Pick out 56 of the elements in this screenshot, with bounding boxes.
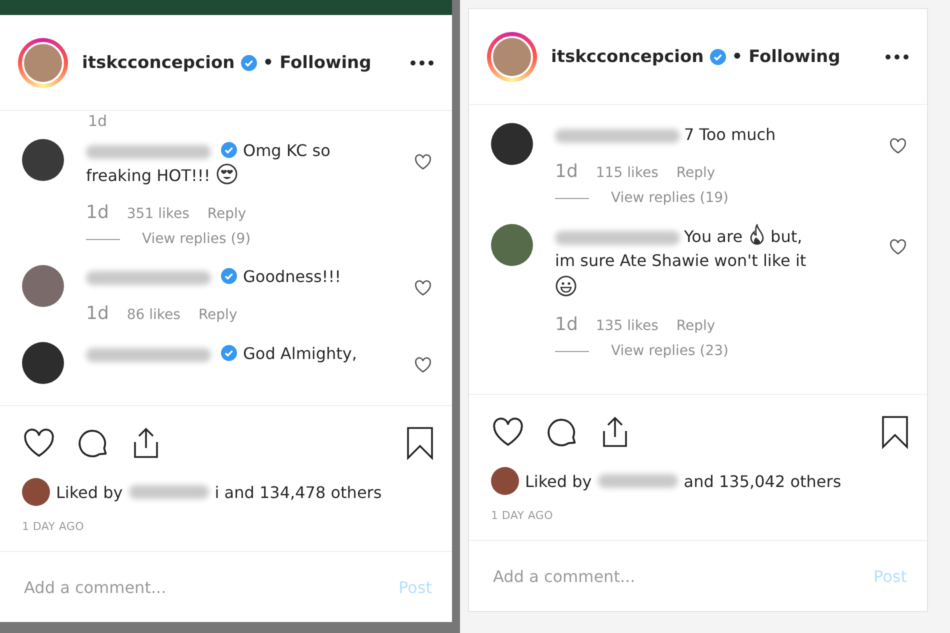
- comment-text: Goodness!!!: [243, 267, 342, 286]
- liker-avatar[interactable]: [22, 478, 50, 506]
- view-replies-link[interactable]: View replies (23): [611, 343, 728, 359]
- more-options-icon[interactable]: [410, 60, 434, 66]
- comment-text: You are: [684, 227, 743, 246]
- like-heart-icon[interactable]: [414, 279, 432, 297]
- following-label[interactable]: • Following: [262, 52, 372, 72]
- like-heart-icon[interactable]: [414, 153, 432, 171]
- like-heart-icon[interactable]: [889, 238, 907, 256]
- comment-time: 1d: [555, 161, 578, 182]
- comment-time: 1d: [86, 303, 109, 324]
- flame-icon: [748, 224, 765, 246]
- comment-text: but,: [770, 227, 802, 246]
- like-count[interactable]: 86 likes: [126, 307, 180, 323]
- view-replies-link[interactable]: View replies (19): [611, 190, 728, 206]
- grinning-face-icon: [555, 275, 577, 297]
- liked-by-label: Liked by: [525, 472, 592, 490]
- commenter-avatar[interactable]: [491, 224, 533, 266]
- comment-time: 1d: [555, 314, 578, 335]
- bookmark-icon[interactable]: [406, 426, 434, 460]
- likes-summary[interactable]: and 135,042 others: [684, 472, 842, 490]
- bookmark-icon[interactable]: [881, 415, 909, 449]
- liker-avatar[interactable]: [491, 467, 519, 495]
- post-age: 1 DAY AGO: [490, 508, 554, 524]
- commenter-avatar[interactable]: [22, 342, 64, 384]
- liked-by-label: Liked by: [56, 482, 123, 502]
- like-heart-icon[interactable]: [889, 137, 907, 155]
- reply-link[interactable]: Reply: [207, 206, 246, 222]
- comment-time: 1d: [88, 113, 108, 129]
- likes-summary[interactable]: i and 134,478 others: [214, 482, 382, 502]
- profile-avatar[interactable]: [487, 32, 537, 82]
- post-age: 1 DAY AGO: [21, 519, 85, 535]
- like-count[interactable]: 115 likes: [596, 165, 658, 181]
- commenter-avatar[interactable]: [491, 123, 533, 165]
- username[interactable]: itskcconcepcion: [551, 46, 704, 66]
- view-replies-link[interactable]: View replies (9): [142, 231, 251, 247]
- comment-time: 1d: [86, 202, 109, 223]
- heart-eyes-face-icon: [216, 163, 238, 185]
- like-count[interactable]: 351 likes: [126, 206, 190, 222]
- commenter-avatar[interactable]: [22, 139, 64, 181]
- add-comment-field[interactable]: Add a comment...: [22, 576, 399, 598]
- following-label[interactable]: • Following: [732, 46, 840, 66]
- like-heart-icon[interactable]: [414, 356, 432, 374]
- profile-avatar[interactable]: [18, 38, 68, 88]
- comment-text: Omg KC so: [243, 141, 330, 160]
- username[interactable]: itskcconcepcion: [82, 52, 235, 72]
- add-comment-field[interactable]: Add a comment...: [491, 566, 874, 586]
- comment-text: freaking HOT!!!: [86, 166, 210, 185]
- comment-text: 7 Too much: [684, 125, 776, 144]
- comment-text: God Almighty,: [243, 344, 357, 363]
- like-count[interactable]: 135 likes: [596, 318, 658, 334]
- reply-link[interactable]: Reply: [198, 307, 238, 323]
- reply-link[interactable]: Reply: [676, 318, 716, 334]
- more-options-icon[interactable]: [885, 54, 909, 60]
- reply-link[interactable]: Reply: [676, 165, 716, 181]
- comment-text: im sure Ate Shawie won't like it: [555, 251, 806, 270]
